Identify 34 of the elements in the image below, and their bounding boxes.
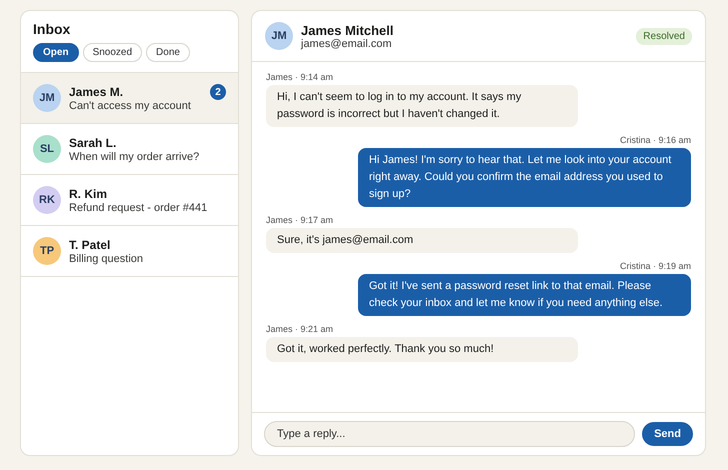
message-bubble: Got it! I've sent a password reset link to that email. Please check your inbox and let me know if you need anything else. bbox=[358, 274, 691, 316]
message-bubble: Hi James! I'm sorry to hear that. Let me look into your account right away. Could you confirm the email address you used to sign up? bbox=[358, 148, 691, 207]
contact-name: James M. bbox=[69, 84, 124, 98]
conversation-item[interactable]: JM James M. Can't access my account 2 bbox=[21, 73, 238, 124]
filter-tab[interactable]: Open bbox=[33, 43, 79, 62]
message-meta: James · 9:21 am bbox=[266, 324, 334, 334]
inbox-title: Inbox bbox=[33, 21, 70, 37]
message-preview: Refund request - order #441 bbox=[69, 202, 208, 214]
contact-name: T. Patel bbox=[69, 238, 110, 252]
message-preview: Billing question bbox=[69, 252, 143, 264]
avatar: JM bbox=[33, 84, 61, 112]
filter-tab[interactable]: Snoozed bbox=[82, 43, 142, 62]
message-bubble: Hi, I can't seem to log in to my account. It says my password is incorrect but I haven't changed it. bbox=[266, 85, 578, 127]
message-bubble: Got it, worked perfectly. Thank you so much! bbox=[266, 337, 578, 362]
avatar: TP bbox=[33, 237, 61, 265]
contact-name: James Mitchell bbox=[301, 22, 394, 38]
unread-badge: 2 bbox=[210, 84, 226, 100]
contact-name: R. Kim bbox=[69, 186, 108, 200]
contact-name: Sarah L. bbox=[69, 136, 116, 150]
message-meta: James · 9:17 am bbox=[266, 215, 334, 225]
message-preview: When will my order arrive? bbox=[69, 150, 200, 162]
avatar: JM bbox=[265, 22, 293, 50]
send-button[interactable]: Send bbox=[642, 422, 693, 446]
contact-email: james@email.com bbox=[301, 38, 392, 50]
reply-field[interactable]: Type a reply... bbox=[264, 421, 636, 447]
message-meta: Cristina · 9:19 am bbox=[620, 261, 691, 271]
message-bubble: Sure, it's james@email.com bbox=[266, 228, 578, 253]
message-meta: Cristina · 9:16 am bbox=[620, 135, 691, 145]
avatar: RK bbox=[33, 186, 61, 214]
filter-tab[interactable]: Done bbox=[146, 43, 190, 62]
message-preview: Can't access my account bbox=[69, 100, 191, 112]
status-badge: Resolved bbox=[636, 28, 692, 44]
message-meta: James · 9:14 am bbox=[266, 72, 334, 82]
avatar: SL bbox=[33, 135, 61, 163]
